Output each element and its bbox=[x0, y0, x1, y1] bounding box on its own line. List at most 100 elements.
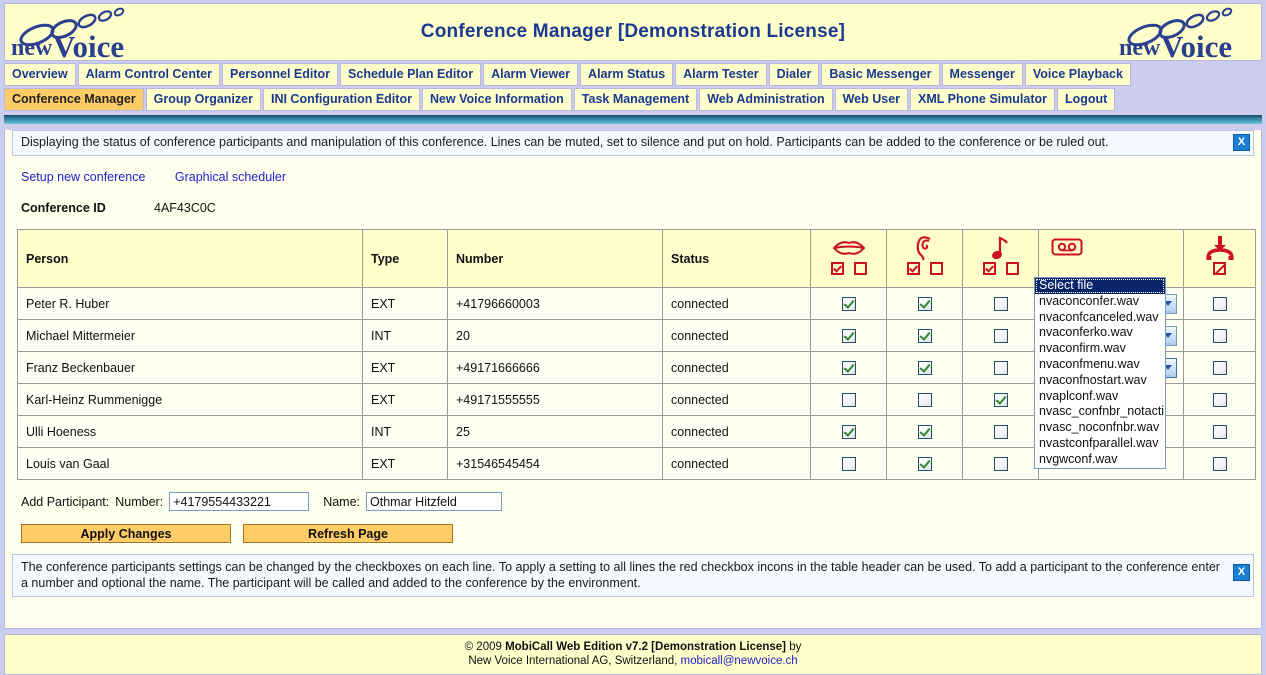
cell-hold bbox=[962, 351, 1039, 384]
dropdown-option[interactable]: nvasc_noconfnbr.wav bbox=[1035, 420, 1165, 436]
file-dropdown-list[interactable]: Select file nvaconconfer.wav nvaconfcanc… bbox=[1034, 277, 1166, 469]
dropdown-option[interactable]: nvaconfmenu.wav bbox=[1035, 357, 1165, 373]
hangup-checkbox[interactable] bbox=[1212, 328, 1227, 343]
info-banner-close-icon[interactable]: X bbox=[1233, 134, 1250, 151]
dropdown-option[interactable]: nvaconfcanceled.wav bbox=[1035, 310, 1165, 326]
apply-changes-button[interactable]: Apply Changes bbox=[21, 524, 231, 543]
svg-text:new: new bbox=[1119, 35, 1161, 59]
dropdown-option[interactable]: nvgwconf.wav bbox=[1035, 452, 1165, 468]
silence-all-checked-icon[interactable] bbox=[906, 262, 920, 275]
nav-tab-alarm-control-center[interactable]: Alarm Control Center bbox=[77, 63, 220, 86]
mute-all-unchecked-icon[interactable] bbox=[853, 262, 867, 275]
silence-checkbox[interactable] bbox=[917, 296, 932, 311]
cell-status: connected bbox=[662, 287, 811, 320]
nav-tab-web-administration[interactable]: Web Administration bbox=[699, 88, 833, 111]
dropdown-option[interactable]: nvastconfparallel.wav bbox=[1035, 436, 1165, 452]
nav-tab-voice-playback[interactable]: Voice Playback bbox=[1024, 63, 1131, 86]
app-header: new Voice Conference Manager [Demonstrat… bbox=[4, 3, 1262, 61]
info-banner: Displaying the status of conference part… bbox=[12, 130, 1254, 156]
footer-email-link[interactable]: mobicall@newvoice.ch bbox=[681, 655, 798, 667]
cell-type: EXT bbox=[362, 383, 448, 416]
ear-icon bbox=[914, 235, 936, 261]
nav-tab-dialer[interactable]: Dialer bbox=[768, 63, 820, 86]
hangup-checkbox[interactable] bbox=[1212, 360, 1227, 375]
cell-hold bbox=[962, 415, 1039, 448]
nav-tab-task-management[interactable]: Task Management bbox=[573, 88, 698, 111]
nav-tab-alarm-viewer[interactable]: Alarm Viewer bbox=[483, 63, 579, 86]
refresh-page-button[interactable]: Refresh Page bbox=[243, 524, 453, 543]
cell-number: +31546545454 bbox=[447, 447, 663, 480]
hangup-checkbox[interactable] bbox=[1212, 296, 1227, 311]
dropdown-option[interactable]: nvaconferko.wav bbox=[1035, 325, 1165, 341]
nav-tab-schedule-plan-editor[interactable]: Schedule Plan Editor bbox=[340, 63, 482, 86]
cell-hangup bbox=[1183, 383, 1256, 416]
cell-hangup bbox=[1183, 415, 1256, 448]
hold-all-unchecked-icon[interactable] bbox=[1005, 262, 1019, 275]
number-input[interactable] bbox=[169, 492, 310, 511]
cell-number: +41796660003 bbox=[447, 287, 663, 320]
hangup-checkbox[interactable] bbox=[1212, 392, 1227, 407]
col-header-number: Number bbox=[447, 229, 663, 288]
dropdown-option[interactable]: nvaconfirm.wav bbox=[1035, 341, 1165, 357]
nav-tab-new-voice-information[interactable]: New Voice Information bbox=[421, 88, 572, 111]
hold-checkbox[interactable] bbox=[993, 424, 1008, 439]
hold-checkbox[interactable] bbox=[993, 392, 1008, 407]
cell-number: 25 bbox=[447, 415, 663, 448]
name-input[interactable] bbox=[366, 492, 503, 511]
hold-checkbox[interactable] bbox=[993, 360, 1008, 375]
silence-checkbox[interactable] bbox=[917, 392, 932, 407]
cell-person: Ulli Hoeness bbox=[17, 415, 363, 448]
cell-number: +49171666666 bbox=[447, 351, 663, 384]
silence-checkbox[interactable] bbox=[917, 328, 932, 343]
nav-tab-web-user[interactable]: Web User bbox=[834, 88, 909, 111]
cell-silence bbox=[886, 415, 963, 448]
dropdown-option[interactable]: Select file bbox=[1035, 278, 1165, 294]
silence-checkbox[interactable] bbox=[917, 456, 932, 471]
col-header-mute bbox=[810, 229, 887, 288]
nav-tab-alarm-status[interactable]: Alarm Status bbox=[580, 63, 674, 86]
main-content-panel: Displaying the status of conference part… bbox=[4, 130, 1262, 629]
cell-hold bbox=[962, 287, 1039, 320]
mute-all-checked-icon[interactable] bbox=[830, 262, 844, 275]
nav-tab-personnel-editor[interactable]: Personnel Editor bbox=[222, 63, 339, 86]
silence-checkbox[interactable] bbox=[917, 424, 932, 439]
dropdown-option[interactable]: nvaconconfer.wav bbox=[1035, 294, 1165, 310]
cell-mute bbox=[810, 351, 887, 384]
cell-type: INT bbox=[362, 415, 448, 448]
hold-checkbox[interactable] bbox=[993, 456, 1008, 471]
mute-checkbox[interactable] bbox=[841, 424, 856, 439]
svg-text:Voice: Voice bbox=[1161, 29, 1232, 59]
dropdown-option[interactable]: nvasc_confnbr_notacti bbox=[1035, 404, 1165, 420]
link-graphical-scheduler[interactable]: Graphical scheduler bbox=[175, 170, 286, 184]
hold-checkbox[interactable] bbox=[993, 296, 1008, 311]
nav-tab-basic-messenger[interactable]: Basic Messenger bbox=[821, 63, 940, 86]
cell-hangup bbox=[1183, 287, 1256, 320]
nav-tab-alarm-tester[interactable]: Alarm Tester bbox=[675, 63, 767, 86]
mute-checkbox[interactable] bbox=[841, 392, 856, 407]
hold-checkbox[interactable] bbox=[993, 328, 1008, 343]
hangup-all-icon[interactable] bbox=[1213, 262, 1226, 275]
nav-tab-xml-phone-simulator[interactable]: XML Phone Simulator bbox=[910, 88, 1055, 111]
nav-tab-logout[interactable]: Logout bbox=[1057, 88, 1116, 111]
participants-table-wrap: Person Type Number Status Peter R. Huber… bbox=[17, 229, 1256, 480]
hangup-checkbox[interactable] bbox=[1212, 456, 1227, 471]
mute-checkbox[interactable] bbox=[841, 296, 856, 311]
hangup-checkbox[interactable] bbox=[1212, 424, 1227, 439]
dropdown-option[interactable]: nvaplconf.wav bbox=[1035, 389, 1165, 405]
mute-checkbox[interactable] bbox=[841, 360, 856, 375]
silence-all-unchecked-icon[interactable] bbox=[929, 262, 943, 275]
nav-tab-conference-manager[interactable]: Conference Manager bbox=[4, 88, 144, 111]
help-banner-close-icon[interactable]: X bbox=[1233, 564, 1250, 581]
cell-type: EXT bbox=[362, 351, 448, 384]
link-setup-new-conference[interactable]: Setup new conference bbox=[21, 170, 145, 184]
mute-checkbox[interactable] bbox=[841, 456, 856, 471]
mute-checkbox[interactable] bbox=[841, 328, 856, 343]
nav-tab-overview[interactable]: Overview bbox=[4, 63, 76, 86]
nav-tab-messenger[interactable]: Messenger bbox=[941, 63, 1023, 86]
silence-checkbox[interactable] bbox=[917, 360, 932, 375]
nav-tab-group-organizer[interactable]: Group Organizer bbox=[145, 88, 261, 111]
hold-all-checked-icon[interactable] bbox=[982, 262, 996, 275]
dropdown-option[interactable]: nvaconfnostart.wav bbox=[1035, 373, 1165, 389]
number-label: Number: bbox=[115, 494, 164, 509]
nav-tab-ini-configuration-editor[interactable]: INI Configuration Editor bbox=[262, 88, 420, 111]
